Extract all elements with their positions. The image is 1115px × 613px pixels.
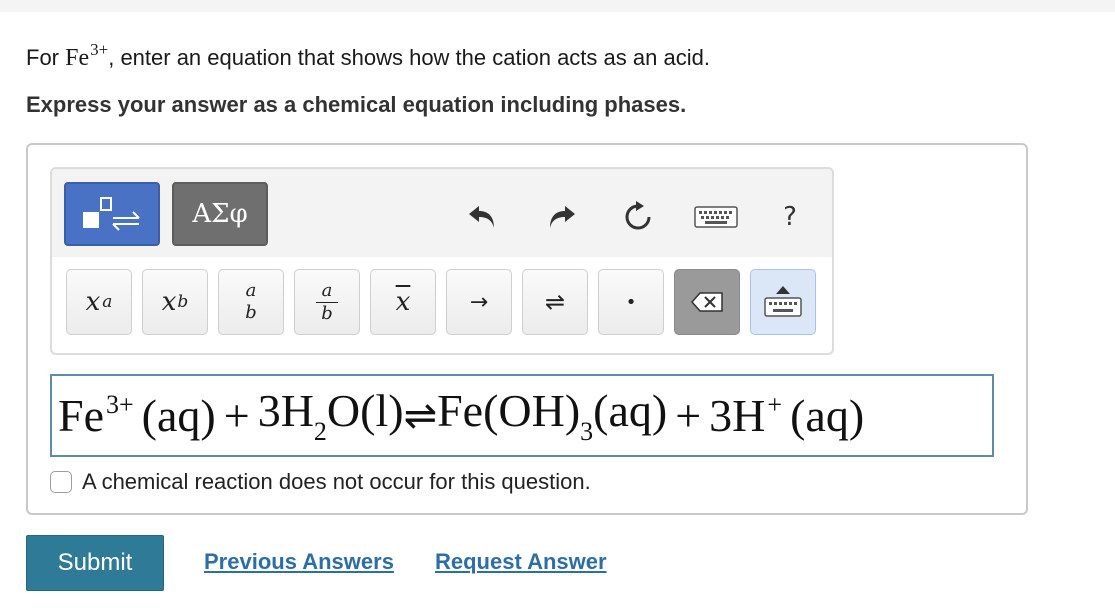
product-2: 3H+ (aq): [709, 389, 864, 442]
bar-fraction-denominator: b: [321, 302, 333, 324]
reaction-arrow-key[interactable]: →: [446, 269, 512, 335]
reactant-1-charge: 3+: [106, 390, 134, 419]
equilibrium-arrow-label: ⇌: [544, 288, 566, 316]
previous-answers-link[interactable]: Previous Answers: [204, 549, 394, 575]
delete-key[interactable]: [674, 269, 740, 335]
greek-mode-label: ΑΣφ: [192, 199, 248, 229]
question-suffix: , enter an equation that shows how the c…: [108, 45, 710, 70]
product-1: Fe(OH)3(aq): [437, 384, 667, 447]
reset-button[interactable]: [620, 199, 656, 235]
fraction-numerator: a: [245, 280, 257, 301]
fraction-stack: a b: [240, 280, 263, 324]
reaction-arrow-label: →: [469, 289, 489, 315]
answer-box: ΑΣφ ? x a x b a b a b x → ⇌ • Fe3+ (aq) …: [26, 143, 1028, 515]
superscript-key[interactable]: xa: [66, 269, 132, 335]
greek-mode-button[interactable]: ΑΣφ: [172, 182, 268, 246]
overline-label: x: [395, 287, 411, 317]
question-prefix: For: [26, 45, 59, 70]
ion-charge: 3+: [90, 40, 109, 59]
no-reaction-label: A chemical reaction does not occur for t…: [82, 469, 591, 494]
superscript-base: x: [85, 287, 101, 317]
redo-button[interactable]: [544, 199, 580, 235]
subscript-base: x: [161, 287, 177, 317]
plus-sign: +: [223, 390, 250, 441]
equilibrium-arrow: ⇌: [403, 392, 438, 439]
help-label: ?: [783, 202, 797, 232]
superscript-exp: a: [102, 292, 113, 312]
reactant-2-rest: O(l): [326, 385, 404, 436]
dot-label: •: [625, 291, 637, 313]
submit-button[interactable]: Submit: [26, 535, 164, 591]
bar-fraction-key[interactable]: a b: [294, 269, 360, 335]
reactant-2: 3H2O(l): [258, 384, 404, 447]
plus-sign: +: [675, 390, 702, 441]
equation-input[interactable]: Fe3+ (aq) + 3H2O(l) ⇌ Fe(OH)3(aq) + 3H+ (a…: [50, 374, 994, 457]
keyboard-toggle-icon: [764, 286, 802, 317]
request-answer-link[interactable]: Request Answer: [435, 549, 607, 575]
product-2-formula: 3H: [709, 390, 766, 441]
templates-equilibrium-icon: [83, 197, 140, 231]
subscript-sub: b: [177, 292, 189, 312]
reactant-1-symbol: Fe: [58, 390, 104, 441]
keyboard-toggle-key[interactable]: [750, 269, 816, 335]
product-2-phase: (aq): [790, 390, 865, 441]
no-reaction-option: A chemical reaction does not occur for t…: [50, 469, 591, 495]
keyboard-button[interactable]: [692, 199, 740, 235]
product-1-formula: Fe(OH): [437, 385, 581, 436]
bar-fraction-numerator: a: [315, 280, 339, 303]
fraction-denominator: b: [245, 302, 257, 323]
math-toolbar: ΑΣφ ? x a x b a b a b x → ⇌ •: [50, 167, 834, 355]
no-reaction-checkbox[interactable]: [50, 471, 72, 493]
question-text: For Fe3+, enter an equation that shows h…: [26, 40, 710, 72]
undo-button[interactable]: [464, 199, 500, 235]
dot-key[interactable]: •: [598, 269, 664, 335]
equilibrium-arrow-key[interactable]: ⇌: [522, 269, 588, 335]
top-bar: [0, 0, 1115, 12]
subscript-key[interactable]: xb: [142, 269, 208, 335]
keyboard-icon: [694, 206, 738, 228]
product-1-subscript: 3: [580, 417, 594, 446]
fraction-key[interactable]: a b: [218, 269, 284, 335]
reactant-2-formula: 3H: [257, 385, 314, 436]
reset-icon: [625, 201, 651, 230]
reactant-1-phase: (aq): [141, 390, 216, 441]
reactant-1: Fe3+ (aq): [58, 389, 216, 442]
undo-icon: [469, 206, 494, 228]
bar-fraction-stack: a b: [315, 280, 339, 325]
product-2-charge: +: [767, 390, 783, 419]
ion-symbol: Fe: [65, 45, 90, 71]
templates-mode-button[interactable]: [64, 182, 160, 246]
product-1-phase: (aq): [593, 385, 668, 436]
reactant-2-subscript: 2: [313, 417, 327, 446]
instruction-text: Express your answer as a chemical equati…: [26, 92, 687, 117]
overline-key[interactable]: x: [370, 269, 436, 335]
help-button[interactable]: ?: [772, 199, 808, 235]
backspace-icon: [690, 292, 723, 312]
redo-icon: [550, 206, 575, 228]
